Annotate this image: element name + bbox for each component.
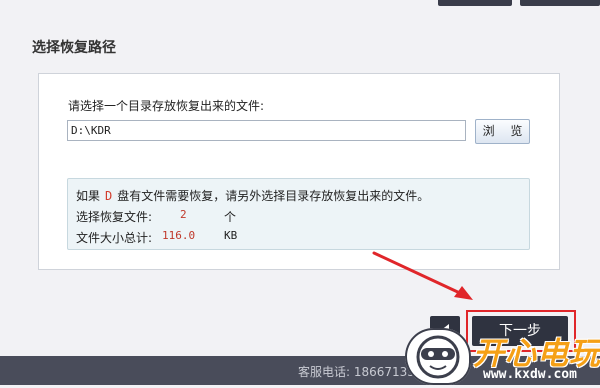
path-prompt: 请选择一个目录存放恢复出来的文件: [68, 99, 265, 113]
drive-letter: D [105, 189, 113, 203]
path-input[interactable] [67, 120, 466, 141]
file-count-unit: 个 [224, 210, 237, 224]
file-count-label: 选择恢复文件: [76, 210, 153, 224]
section-title: 选择恢复路径 [32, 40, 116, 56]
file-count-value: 2 [180, 208, 187, 221]
file-size-unit: KB [224, 229, 238, 242]
red-arrow-icon [372, 251, 473, 300]
watermark-url: www.kxdw.com [483, 367, 577, 382]
info-notice: 如果 D 盘有文件需要恢复，请另外选择目录存放恢复出来的文件。 [76, 187, 429, 204]
notice-suffix: 盘有文件需要恢复，请另外选择目录存放恢复出来的文件。 [117, 189, 430, 203]
file-size-value: 116.0 [162, 229, 196, 242]
file-count-row: 选择恢复文件: 2 个 [76, 208, 236, 225]
notice-prefix: 如果 [76, 189, 101, 203]
file-size-label: 文件大小总计: [76, 231, 153, 245]
browse-button[interactable]: 浏 览 [475, 119, 530, 144]
file-size-row: 文件大小总计: 116.0 KB [76, 229, 237, 246]
recovery-info-box: 如果 D 盘有文件需要恢复，请另外选择目录存放恢复出来的文件。 选择恢复文件: 2 … [67, 178, 530, 250]
recovery-path-panel: 请选择一个目录存放恢复出来的文件: 浏 览 如果 D 盘有文件需要恢复，请另外选择目… [38, 73, 560, 270]
top-tab-left[interactable] [438, 0, 512, 6]
mascot-icon [405, 328, 471, 385]
watermark-logo: 开心电玩 www.kxdw.com [405, 328, 600, 385]
top-tab-right[interactable] [520, 0, 600, 6]
